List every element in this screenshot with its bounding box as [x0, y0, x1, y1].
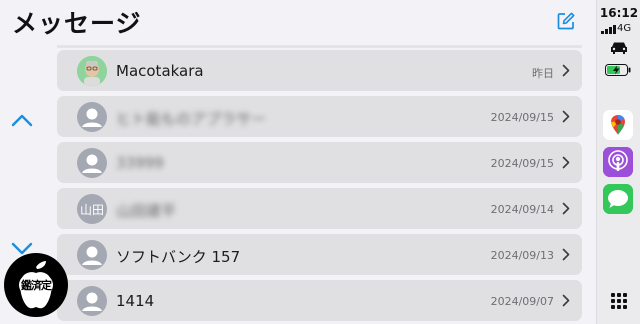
conversation-row[interactable]: ヒト能ものアプラサー 2024/09/15: [57, 96, 582, 137]
podcasts-icon[interactable]: [603, 147, 633, 177]
message-date: 2024/09/14: [490, 203, 554, 216]
contact-name: 山田建平: [116, 202, 177, 220]
contact-name: Macotakara: [116, 62, 204, 80]
conversation-row[interactable]: 山田 山田建平 2024/09/14: [57, 188, 582, 229]
app-grid-icon[interactable]: [611, 293, 627, 309]
message-date: 2024/09/13: [490, 249, 554, 262]
message-date: 昨日: [532, 67, 554, 80]
chevron-right-icon: [562, 248, 570, 261]
compose-icon[interactable]: [557, 12, 575, 30]
message-date: 2024/09/15: [490, 111, 554, 124]
car-icon: [611, 42, 627, 54]
contact-name: 33999: [116, 154, 164, 172]
status-time: 16:12: [599, 6, 639, 20]
divider: [57, 45, 582, 48]
message-date: 2024/09/15: [490, 157, 554, 170]
google-maps-icon[interactable]: [603, 110, 633, 140]
watermark-text: 鑑済定: [19, 274, 53, 296]
cellular-signal-icon: [601, 24, 616, 34]
conversation-row[interactable]: Macotakara 昨日: [57, 50, 582, 91]
apple-watermark-badge: 鑑済定: [4, 253, 68, 317]
contact-name: 1414: [116, 292, 155, 310]
person-avatar-icon: [77, 102, 107, 132]
contact-name: ヒト能ものアプラサー: [116, 110, 267, 128]
chevron-right-icon: [562, 64, 570, 77]
conversation-row[interactable]: 33999 2024/09/15: [57, 142, 582, 183]
contact-name: ソフトバンク 157: [116, 248, 241, 266]
chevron-right-icon: [562, 110, 570, 123]
memoji-avatar: [77, 56, 107, 86]
message-date: 2024/09/07: [490, 295, 554, 308]
scroll-up-icon[interactable]: [9, 110, 35, 130]
person-avatar-icon: [77, 240, 107, 270]
messages-main-panel: メッセージ Macotakara 昨日 ヒト能ものアプラサー 2024/09/1…: [0, 0, 596, 324]
person-avatar-icon: [77, 286, 107, 316]
chevron-right-icon: [562, 294, 570, 307]
conversation-row[interactable]: ソフトバンク 157 2024/09/13: [57, 234, 582, 275]
initials-avatar: 山田: [77, 194, 107, 224]
person-avatar-icon: [77, 148, 107, 178]
battery-charging-icon: [605, 64, 631, 76]
carplay-sidebar: 16:12 4G: [596, 0, 640, 324]
messages-app-icon[interactable]: [603, 184, 633, 214]
network-type: 4G: [617, 23, 632, 34]
chevron-right-icon: [562, 202, 570, 215]
conversation-row[interactable]: 1414 2024/09/07: [57, 280, 582, 321]
chevron-right-icon: [562, 156, 570, 169]
page-title: メッセージ: [12, 9, 142, 38]
